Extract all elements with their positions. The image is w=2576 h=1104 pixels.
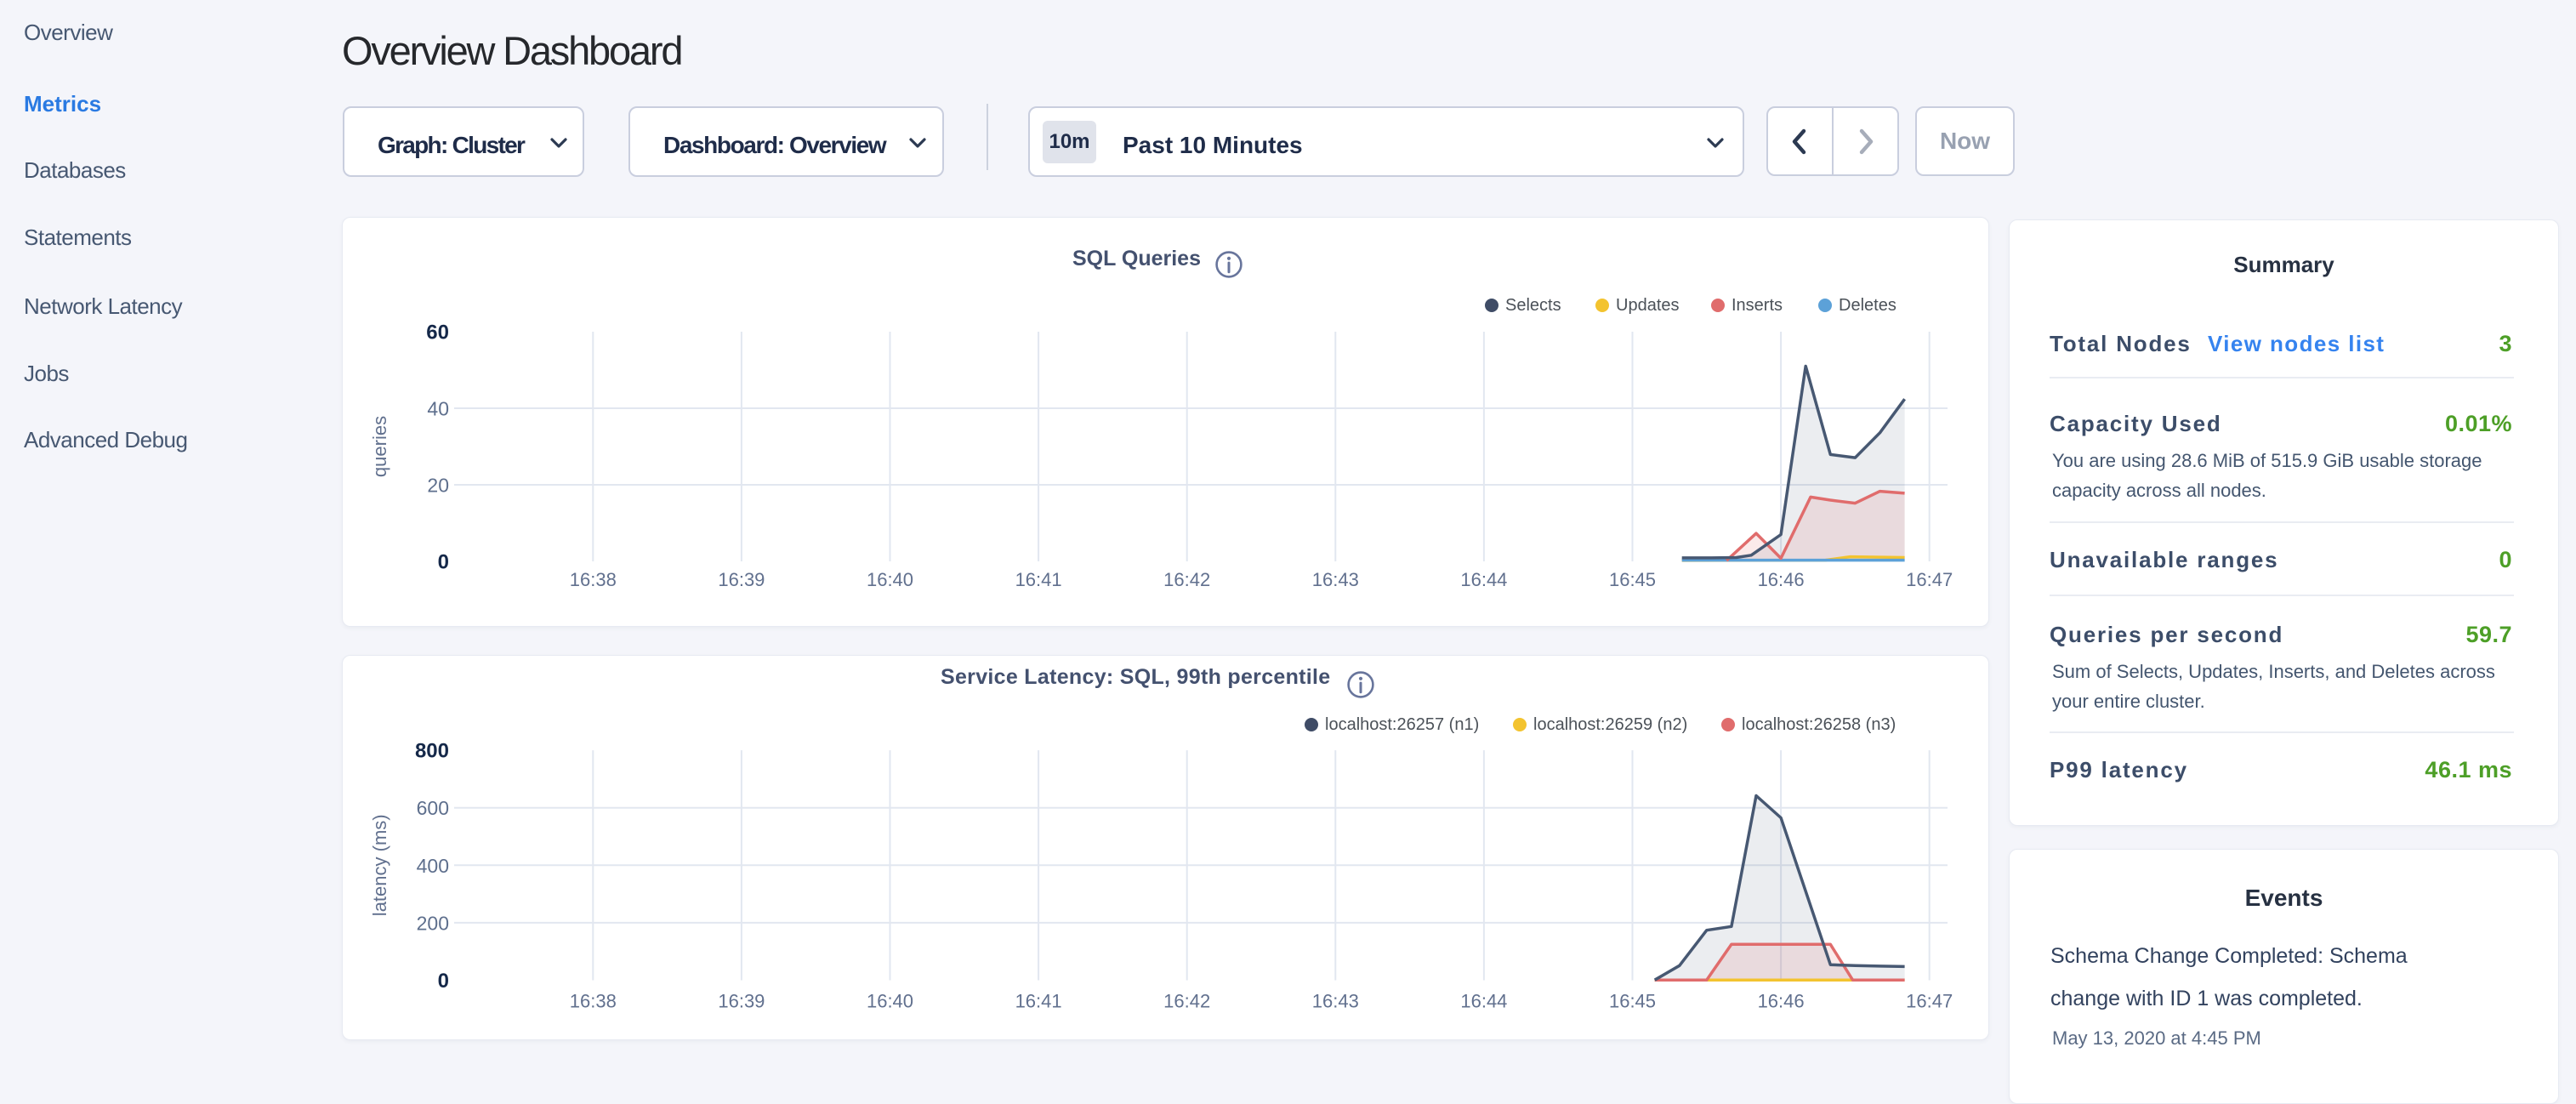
svg-text:16:44: 16:44 [1460, 991, 1507, 1012]
svg-text:latency (ms): latency (ms) [369, 814, 390, 916]
svg-text:queries: queries [369, 416, 390, 477]
svg-text:16:39: 16:39 [718, 991, 765, 1012]
svg-text:16:47: 16:47 [1906, 569, 1953, 590]
svg-text:40: 40 [427, 398, 449, 420]
svg-text:16:43: 16:43 [1312, 991, 1359, 1012]
svg-text:16:42: 16:42 [1163, 991, 1210, 1012]
svg-text:16:46: 16:46 [1758, 991, 1805, 1012]
svg-text:200: 200 [417, 912, 449, 934]
svg-text:16:40: 16:40 [867, 991, 913, 1012]
svg-text:16:45: 16:45 [1609, 569, 1656, 590]
svg-text:800: 800 [415, 740, 449, 763]
svg-text:16:41: 16:41 [1015, 991, 1062, 1012]
svg-text:16:40: 16:40 [867, 569, 913, 590]
svg-text:16:39: 16:39 [718, 569, 765, 590]
svg-text:20: 20 [427, 475, 449, 497]
svg-text:16:47: 16:47 [1906, 991, 1953, 1012]
svg-text:0: 0 [438, 970, 449, 993]
svg-text:60: 60 [426, 322, 449, 344]
svg-text:16:41: 16:41 [1015, 569, 1062, 590]
svg-text:400: 400 [417, 855, 449, 877]
svg-text:16:44: 16:44 [1460, 569, 1507, 590]
svg-text:16:43: 16:43 [1312, 569, 1359, 590]
svg-text:0: 0 [438, 551, 449, 574]
svg-text:16:46: 16:46 [1758, 569, 1805, 590]
svg-text:16:45: 16:45 [1609, 991, 1656, 1012]
svg-text:16:38: 16:38 [570, 569, 617, 590]
svg-text:16:38: 16:38 [570, 991, 617, 1012]
svg-text:16:42: 16:42 [1163, 569, 1210, 590]
svg-text:600: 600 [417, 797, 449, 819]
